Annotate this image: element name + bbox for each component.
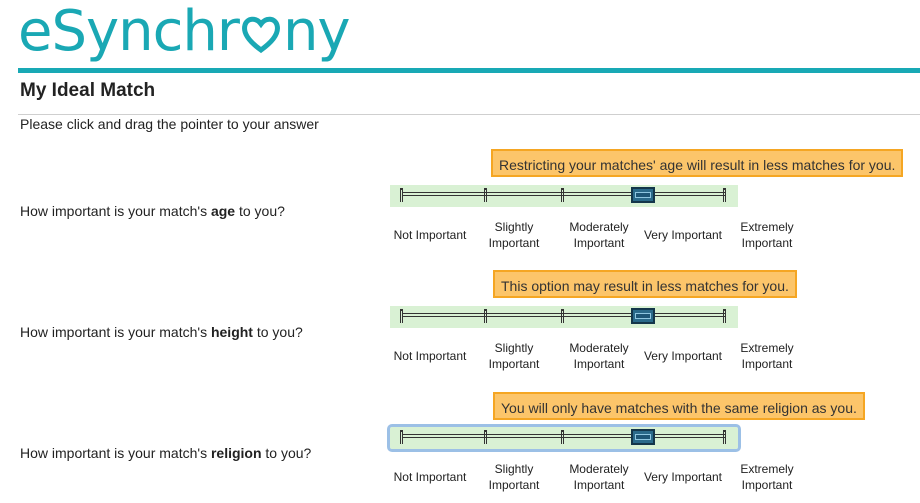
question-prefix: How important is your match's [20, 445, 211, 461]
slider-track[interactable] [402, 434, 726, 438]
scale-label-moderately-important: Moderately Important [569, 220, 629, 250]
scale-label-extremely-important: Extremely Important [740, 341, 794, 371]
scale-label-slightly-important: Slightly Important [488, 462, 540, 492]
question-prefix: How important is your match's [20, 203, 211, 219]
slider-tick [561, 430, 564, 444]
religion-tooltip: You will only have matches with the same… [493, 392, 865, 420]
scale-label-slightly-important: Slightly Important [488, 220, 540, 250]
esynchrony-logo: eSynchr ny [18, 0, 351, 64]
slider-tick [484, 188, 487, 202]
slider-tick [484, 309, 487, 323]
scale-label-moderately-important: Moderately Important [569, 462, 629, 492]
question-prefix: How important is your match's [20, 324, 211, 340]
slider-tick [484, 430, 487, 444]
scale-label-very-important: Very Important [643, 228, 723, 242]
slider-tick [400, 309, 403, 323]
slider-track[interactable] [402, 192, 726, 196]
scale-label-slightly-important: Slightly Important [488, 341, 540, 371]
scale-label-very-important: Very Important [643, 349, 723, 363]
scale-label-very-important: Very Important [643, 470, 723, 484]
scale-label-not-important: Not Important [393, 470, 467, 484]
page-title: My Ideal Match [20, 80, 156, 101]
height-scale-labels: Not Important Slightly Important Moderat… [390, 340, 810, 374]
slider-tick [561, 309, 564, 323]
age-scale-labels: Not Important Slightly Important Moderat… [390, 219, 810, 253]
question-suffix: to you? [235, 203, 285, 219]
slider-handle[interactable] [631, 429, 655, 445]
religion-importance-slider[interactable] [387, 424, 741, 452]
height-tooltip: This option may result in less matches f… [493, 270, 797, 298]
scale-label-not-important: Not Important [393, 228, 467, 242]
question-age: How important is your match's age to you… [20, 203, 285, 219]
slider-tick [723, 430, 726, 444]
religion-scale-labels: Not Important Slightly Important Moderat… [390, 461, 810, 495]
heart-o-icon [241, 16, 280, 54]
slider-track[interactable] [402, 313, 726, 317]
question-keyword: age [210, 203, 236, 219]
question-keyword: height [210, 324, 253, 340]
slider-handle[interactable] [631, 308, 655, 324]
slider-tick [400, 188, 403, 202]
scale-label-moderately-important: Moderately Important [569, 341, 629, 371]
title-divider [18, 114, 920, 115]
logo-text-end: ny [282, 0, 351, 64]
question-religion: How important is your match's religion t… [20, 445, 311, 461]
height-importance-slider[interactable] [390, 306, 738, 328]
logo-text-start: eSynchr [18, 0, 240, 64]
instructions-text: Please click and drag the pointer to you… [20, 116, 319, 132]
question-suffix: to you? [252, 324, 303, 340]
slider-tick [400, 430, 403, 444]
question-keyword: religion [210, 445, 262, 461]
slider-tick [723, 309, 726, 323]
scale-label-not-important: Not Important [393, 349, 467, 363]
question-height: How important is your match's height to … [20, 324, 303, 340]
question-suffix: to you? [261, 445, 312, 461]
scale-label-extremely-important: Extremely Important [740, 220, 794, 250]
scale-label-extremely-important: Extremely Important [740, 462, 794, 492]
age-tooltip: Restricting your matches' age will resul… [491, 149, 904, 177]
header-accent-bar [18, 68, 920, 73]
slider-tick [723, 188, 726, 202]
age-importance-slider[interactable] [390, 185, 738, 207]
slider-handle[interactable] [631, 187, 655, 203]
slider-tick [561, 188, 564, 202]
